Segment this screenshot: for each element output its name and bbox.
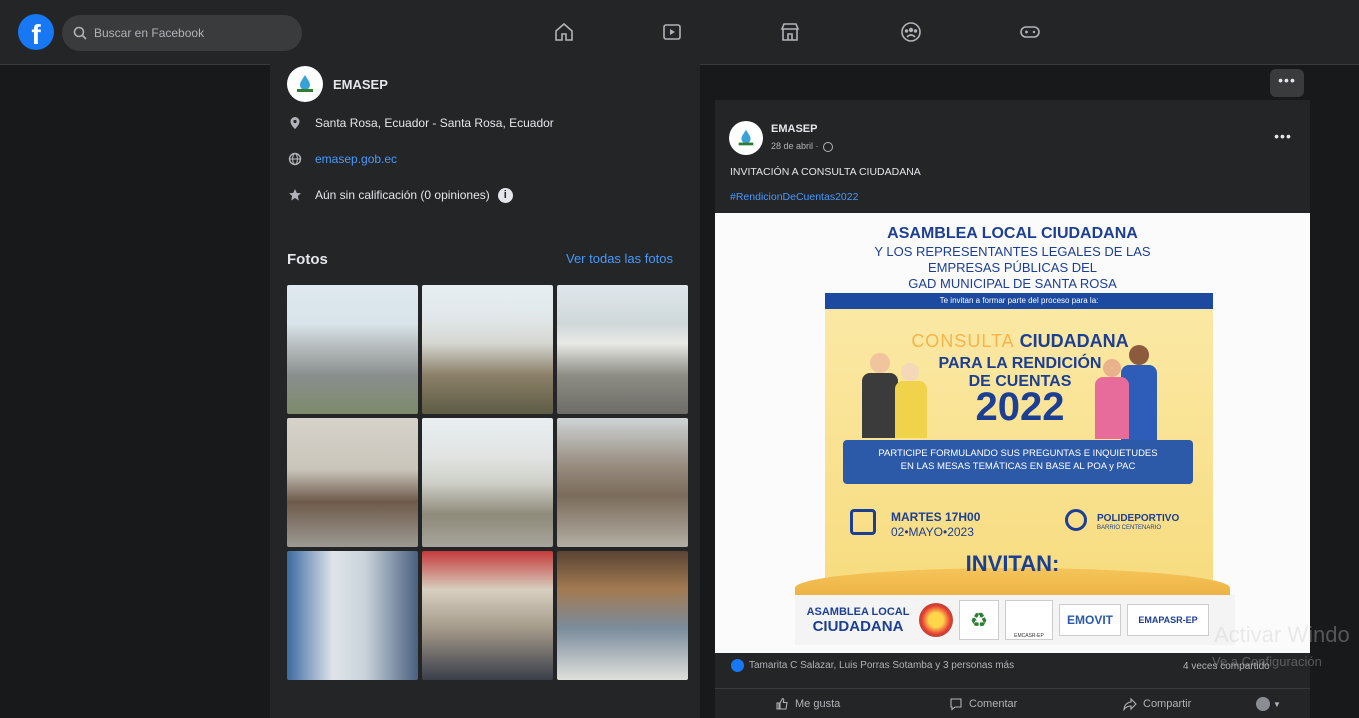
emovit-logo: EMOVIT xyxy=(1059,604,1121,636)
poster-date: 02•MAYO•2023 xyxy=(891,525,974,539)
post-author-name[interactable]: EMASEP xyxy=(771,123,817,135)
poster-invite-text: Te invitan a formar parte del proceso pa… xyxy=(939,296,1099,305)
emasep-logo-icon xyxy=(297,75,313,92)
people-illustration-left-2 xyxy=(893,363,933,438)
windows-activation-watermark: Activar Windo xyxy=(1214,622,1350,647)
reactions-text: Tamarita C Salazar, Luis Porras Sotamba … xyxy=(749,660,1015,671)
location-row: Santa Rosa, Ecuador - Santa Rosa, Ecuado… xyxy=(287,115,554,131)
post-image[interactable]: ASAMBLEA LOCAL CIUDADANA Y LOS REPRESENT… xyxy=(715,213,1310,653)
photo-thumbnail[interactable] xyxy=(287,418,418,547)
rating-row: Aún sin calificación (0 opiniones) i xyxy=(287,187,513,203)
reaction-audience-selector[interactable]: ▼ xyxy=(1256,697,1281,711)
location-text: Santa Rosa, Ecuador - Santa Rosa, Ecuado… xyxy=(315,116,554,130)
photo-thumbnail[interactable] xyxy=(287,551,418,680)
asamblea-logo-line1: ASAMBLEA LOCAL xyxy=(806,605,910,618)
page-name[interactable]: EMASEP xyxy=(333,77,388,92)
post-date: 28 de abril · xyxy=(771,141,834,152)
poster-ciudadana-word: CIUDADANA xyxy=(1019,331,1129,351)
photo-grid xyxy=(287,285,688,683)
emcasr-logo: EMCASR-EP xyxy=(1005,600,1053,640)
photo-thumbnail[interactable] xyxy=(422,418,553,547)
comment-label: Comentar xyxy=(969,698,1018,710)
poster-participe-box: PARTICIPE FORMULANDO SUS PREGUNTAS E INQ… xyxy=(843,440,1193,484)
location-pin-icon xyxy=(1065,509,1087,531)
photo-thumbnail[interactable] xyxy=(422,551,553,680)
post-more-options-button[interactable]: ••• xyxy=(1266,125,1300,153)
poster-subtitle-3: GAD MUNICIPAL DE SANTA ROSA xyxy=(908,276,1117,291)
photo-thumbnail[interactable] xyxy=(287,285,418,414)
globe-icon xyxy=(823,141,834,152)
globe-icon xyxy=(287,151,303,167)
poster-day-time: MARTES 17H00 xyxy=(891,510,981,524)
share-label: Compartir xyxy=(1143,698,1192,710)
photo-thumbnail[interactable] xyxy=(557,418,688,547)
poster-consulta-word: CONSULTA xyxy=(911,331,1015,351)
search-input[interactable]: Buscar en Facebook xyxy=(62,15,302,51)
poster-consulta: CONSULTA CIUDADANA xyxy=(910,331,1130,352)
website-link[interactable]: emasep.gob.ec xyxy=(315,152,397,166)
top-navigation-bar: f Buscar en Facebook xyxy=(0,0,1359,65)
sponsor-logos-strip: ASAMBLEA LOCAL CIUDADANA ♻ EMCASR-EP EMO… xyxy=(795,595,1235,645)
photo-thumbnail[interactable] xyxy=(422,285,553,414)
reactions-summary[interactable]: Tamarita C Salazar, Luis Porras Sotamba … xyxy=(731,659,1014,672)
location-pin-icon xyxy=(287,115,303,131)
windows-activation-watermark-subtext: Ve a Configuración xyxy=(1212,654,1322,669)
poster-invitan: INVITAN: xyxy=(965,551,1060,576)
asamblea-logo-line2: CIUDADANA xyxy=(812,617,904,635)
chevron-down-icon: ▼ xyxy=(1273,699,1281,709)
gad-seal-logo xyxy=(919,603,953,637)
search-placeholder: Buscar en Facebook xyxy=(94,26,205,40)
home-icon[interactable] xyxy=(550,18,578,46)
post-text: INVITACIÓN A CONSULTA CIUDADANA xyxy=(730,166,921,178)
info-icon[interactable]: i xyxy=(497,187,513,203)
search-icon xyxy=(73,26,87,40)
website-row: emasep.gob.ec xyxy=(287,151,397,167)
emapasr-logo: EMAPASR-EP xyxy=(1127,604,1209,636)
recycle-logo: ♻ xyxy=(959,600,999,640)
people-illustration-right-2 xyxy=(1093,359,1133,439)
emcasr-logo-text: EMCASR-EP xyxy=(1014,633,1044,639)
poster-invite-bar: Te invitan a formar parte del proceso pa… xyxy=(825,293,1213,309)
poster-participe-2: EN LAS MESAS TEMÁTICAS EN BASE AL POA y … xyxy=(900,461,1136,472)
rating-text: Aún sin calificación (0 opiniones) xyxy=(315,188,490,202)
marketplace-icon[interactable] xyxy=(776,18,804,46)
poster-place-1: POLIDEPORTIVO xyxy=(1097,513,1180,524)
like-reaction-icon xyxy=(731,659,744,672)
facebook-logo-icon[interactable]: f xyxy=(18,14,54,50)
emapasr-logo-text: EMAPASR-EP xyxy=(1138,615,1198,625)
calendar-icon xyxy=(850,509,876,535)
poster-place-2: BARRIO CENTENARIO xyxy=(1097,525,1162,531)
photo-thumbnail[interactable] xyxy=(557,551,688,680)
post-author-avatar[interactable] xyxy=(729,121,763,155)
poster-subtitle-1: Y LOS REPRESENTANTES LEGALES DE LAS xyxy=(874,244,1151,259)
photo-thumbnail[interactable] xyxy=(557,285,688,414)
page-avatar[interactable] xyxy=(287,66,323,102)
photos-section-title: Fotos xyxy=(287,251,328,268)
groups-icon[interactable] xyxy=(897,18,925,46)
post-date-text[interactable]: 28 de abril · xyxy=(771,141,819,151)
thumbs-up-icon xyxy=(776,697,788,710)
poster-participe-1: PARTICIPE FORMULANDO SUS PREGUNTAS E INQ… xyxy=(878,448,1158,459)
comment-button[interactable]: Comentar xyxy=(949,697,1017,711)
see-all-photos-link[interactable]: Ver todas las fotos xyxy=(566,251,673,266)
emasep-logo-icon xyxy=(738,129,754,146)
like-label: Me gusta xyxy=(795,698,841,710)
page-more-options-button[interactable]: ••• xyxy=(1270,69,1304,97)
poster-subtitle-2: EMPRESAS PÚBLICAS DEL xyxy=(927,260,1098,275)
poster-title: ASAMBLEA LOCAL CIUDADANA xyxy=(887,225,1138,242)
profile-avatar-icon xyxy=(1256,697,1270,711)
post-hashtag-link[interactable]: #RendicionDeCuentas2022 xyxy=(730,191,858,203)
emovit-logo-text: EMOVIT xyxy=(1066,613,1113,627)
asamblea-logo: ASAMBLEA LOCAL CIUDADANA xyxy=(803,606,913,635)
share-button[interactable]: Compartir xyxy=(1123,697,1191,711)
share-icon xyxy=(1123,697,1137,711)
watch-icon[interactable] xyxy=(658,18,686,46)
comment-icon xyxy=(950,698,962,711)
like-button[interactable]: Me gusta xyxy=(775,697,840,711)
star-icon xyxy=(287,187,303,203)
gaming-icon[interactable] xyxy=(1016,18,1044,46)
post-actions-bar: Me gusta Comentar Compartir ▼ xyxy=(715,688,1310,716)
